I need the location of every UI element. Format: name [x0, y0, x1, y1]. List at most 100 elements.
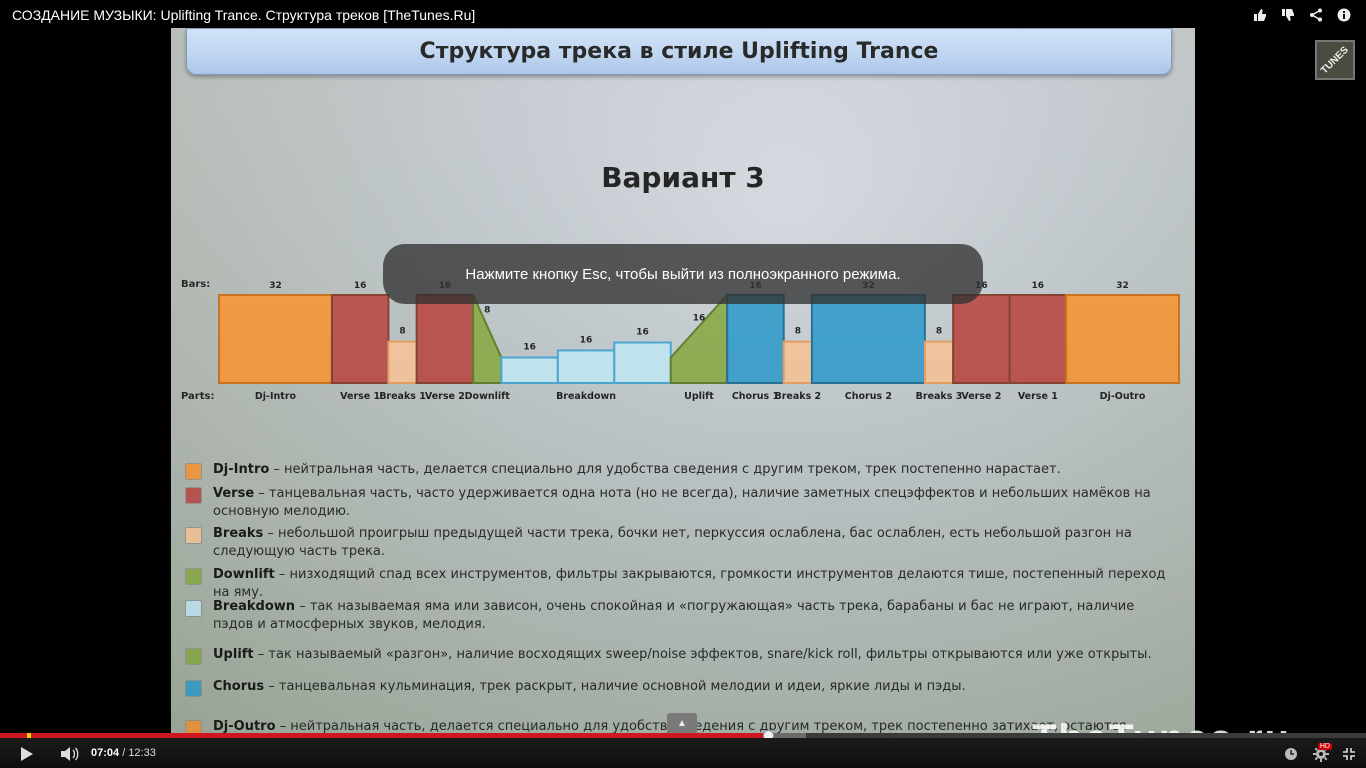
- watch-later-icon[interactable]: [1283, 745, 1299, 763]
- chart-bar-9: [726, 294, 785, 384]
- play-icon[interactable]: [18, 745, 36, 763]
- chart-bar-11: [810, 294, 926, 384]
- chart-part-label-0: Dj-Intro: [255, 391, 297, 402]
- legend-description: – так называемая яма или зависон, очень …: [213, 599, 1135, 632]
- chart-part-label-12: Breaks 3: [916, 391, 963, 402]
- legend-swatch: [185, 680, 202, 697]
- chart-bar-7: [613, 341, 672, 384]
- chart-part-label-6: Breakdown: [556, 391, 616, 402]
- legend-term: Uplift: [213, 647, 254, 662]
- legend-term: Dj-Outro: [213, 719, 276, 734]
- chart-bar-8: [669, 292, 729, 384]
- chart-part-label-9: Chorus 1: [732, 391, 779, 402]
- chart-bars-label-8: 16: [693, 313, 706, 323]
- legend-item: Dj-Intro – нейтральная часть, делается с…: [185, 461, 1175, 480]
- chart-bars-label-7: 16: [636, 328, 649, 338]
- chart-bar-5: [500, 356, 559, 385]
- video-title[interactable]: СОЗДАНИЕ МУЗЫКИ: Uplifting Trance. Струк…: [12, 7, 475, 23]
- thumbs-down-icon[interactable]: [1280, 7, 1296, 23]
- info-icon[interactable]: [1336, 7, 1352, 23]
- chart-bar-13: [952, 294, 1011, 384]
- slide: Структура трека в стиле Uplifting Trance…: [171, 28, 1195, 736]
- legend-term: Breakdown: [213, 599, 296, 614]
- fullscreen-toast: Нажмите кнопку Esc, чтобы выйти из полно…: [383, 244, 983, 304]
- legend-description: – танцевальная часть, часто удерживается…: [213, 486, 1151, 519]
- legend-description: – низходящий спад всех инструментов, фил…: [213, 567, 1166, 600]
- legend-text: Verse – танцевальная часть, часто удержи…: [213, 485, 1175, 521]
- top-actions: [1252, 7, 1352, 23]
- legend-item: Uplift – так называемый «разгон», наличи…: [185, 646, 1175, 665]
- legend-swatch: [185, 600, 202, 617]
- legend-text: Chorus – танцевальная кульминация, трек …: [213, 678, 966, 696]
- chart-bars-label-0: 32: [269, 281, 282, 291]
- volume-icon[interactable]: [60, 745, 80, 763]
- chart-part-label-11: Chorus 2: [845, 391, 892, 402]
- video-player[interactable]: СОЗДАНИЕ МУЗЫКИ: Uplifting Trance. Струк…: [0, 0, 1366, 768]
- legend-description: – так называемый «разгон», наличие восхо…: [253, 647, 1152, 662]
- chart-bars-label-1: 16: [354, 281, 367, 291]
- chart-part-label-1: Verse 1: [340, 391, 380, 402]
- control-bar: [0, 738, 1366, 768]
- chart-bar-6: [556, 349, 616, 385]
- legend-swatch: [185, 568, 202, 585]
- legend-item: Verse – танцевальная часть, часто удержи…: [185, 485, 1175, 521]
- legend-swatch: [185, 487, 202, 504]
- chart-bars-label-2: 8: [399, 327, 405, 337]
- legend-description: – небольшой проигрыш предыдущей части тр…: [213, 526, 1132, 559]
- chart-part-label-13: Verse 2: [961, 391, 1001, 402]
- channel-logo[interactable]: TUNES: [1315, 40, 1355, 80]
- legend-text: Dj-Intro – нейтральная часть, делается с…: [213, 461, 1061, 479]
- legend-term: Dj-Intro: [213, 462, 270, 477]
- chart-part-label-14: Verse 1: [1018, 391, 1058, 402]
- chart-bar-1: [330, 294, 390, 384]
- chart-bars-label-10: 8: [795, 327, 801, 337]
- hd-badge: HD: [1317, 743, 1332, 750]
- chart-bars-label-4: 8: [484, 305, 490, 315]
- chart-part-label-3: Verse 2: [425, 391, 465, 402]
- chart-part-label-2: Breaks 1: [379, 391, 426, 402]
- channel-logo-text: TUNES: [1319, 44, 1351, 76]
- chart-part-label-15: Dj-Outro: [1100, 391, 1146, 402]
- legend-term: Chorus: [213, 679, 265, 694]
- legend-description: – нейтральная часть, делается специально…: [269, 462, 1061, 477]
- legend-term: Downlift: [213, 567, 275, 582]
- current-time: 07:04: [91, 747, 120, 759]
- chart-bars-label-15: 32: [1116, 281, 1129, 291]
- chart-bar-10: [782, 340, 813, 385]
- legend-text: Breakdown – так называемая яма или завис…: [213, 598, 1175, 634]
- legend-swatch: [185, 648, 202, 665]
- chart-bars-label-12: 8: [936, 327, 942, 337]
- chart-part-label-8: Uplift: [684, 391, 714, 402]
- chart-bars-label-14: 16: [1032, 281, 1045, 291]
- chart-bar-14: [1008, 294, 1068, 384]
- chart-bars-label-6: 16: [580, 335, 593, 345]
- chart-bar-2: [387, 340, 418, 385]
- chart-bar-12: [923, 340, 955, 385]
- legend-item: Chorus – танцевальная кульминация, трек …: [185, 678, 1175, 697]
- legend-item: Breakdown – так называемая яма или завис…: [185, 598, 1175, 634]
- fullscreen-exit-icon[interactable]: [1340, 745, 1358, 763]
- legend-item: Downlift – низходящий спад всех инструме…: [185, 566, 1175, 602]
- legend-text: Downlift – низходящий спад всех инструме…: [213, 566, 1175, 602]
- chart-part-label-10: Breaks 2: [774, 391, 821, 402]
- legend-swatch: [185, 463, 202, 480]
- chart-bar-3: [415, 294, 475, 384]
- legend-swatch: [185, 527, 202, 544]
- legend-term: Breaks: [213, 526, 264, 541]
- legend-text: Uplift – так называемый «разгон», наличи…: [213, 646, 1152, 664]
- legend-text: Breaks – небольшой проигрыш предыдущей ч…: [213, 525, 1175, 561]
- track-structure-chart: 32 Dj-Intro 16 Verse 1 8 Breaks 1 16 Verse 2 8 Do…: [218, 281, 1181, 402]
- thumbs-up-icon[interactable]: [1252, 7, 1268, 23]
- time-separator: /: [119, 747, 129, 759]
- legend-term: Verse: [213, 486, 255, 501]
- legend-item: Breaks – небольшой проигрыш предыдущей ч…: [185, 525, 1175, 561]
- expand-controls-icon[interactable]: ▲: [667, 713, 697, 733]
- chart-bars-label-5: 16: [523, 342, 536, 352]
- chart-part-label-4: Downlift: [465, 391, 511, 402]
- duration: 12:33: [128, 747, 156, 759]
- legend-description: – танцевальная кульминация, трек раскрыт…: [264, 679, 966, 694]
- chart-bar-0: [218, 294, 333, 384]
- share-icon[interactable]: [1308, 7, 1324, 23]
- time-display: 07:04 / 12:33: [91, 747, 156, 759]
- chart-bar-15: [1065, 294, 1181, 384]
